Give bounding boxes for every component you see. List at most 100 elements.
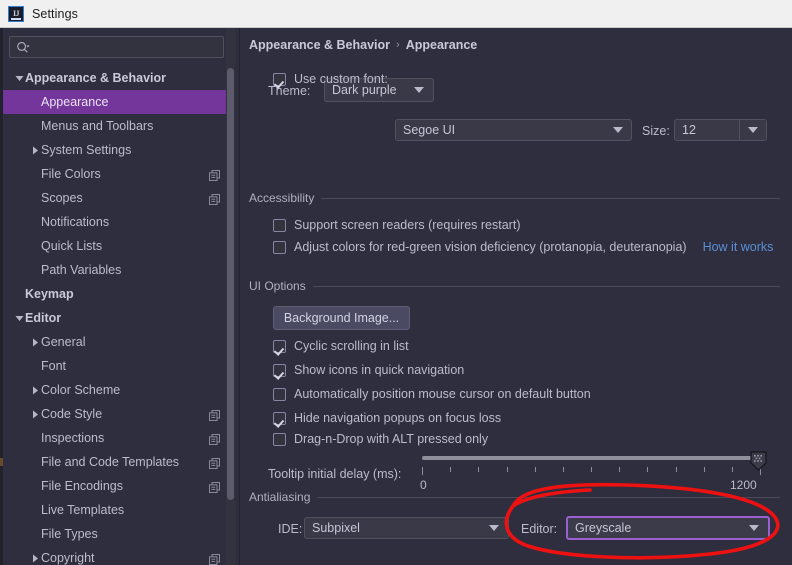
- show-icons-label: Show icons in quick navigation: [294, 363, 465, 377]
- cyclic-scrolling-label: Cyclic scrolling in list: [294, 339, 409, 353]
- sidebar-item-menus-and-toolbars[interactable]: Menus and Toolbars: [3, 114, 235, 138]
- chevron-down-icon[interactable]: [13, 306, 25, 330]
- accessibility-group-header: Accessibility: [249, 191, 780, 205]
- sidebar-item-keymap[interactable]: Keymap: [3, 282, 235, 306]
- sidebar-item-copyright[interactable]: Copyright: [3, 546, 235, 565]
- chevron-right-icon[interactable]: [29, 330, 41, 354]
- sidebar-item-label: Scopes: [41, 191, 83, 205]
- hide-nav-popups-checkbox[interactable]: [273, 411, 286, 425]
- adjust-colors-row[interactable]: Adjust colors for red-green vision defic…: [273, 240, 773, 254]
- copy-settings-icon[interactable]: [209, 480, 220, 493]
- sidebar-item-appearance-behavior[interactable]: Appearance & Behavior: [3, 66, 235, 90]
- chevron-right-icon[interactable]: [29, 546, 41, 565]
- support-screen-readers-checkbox[interactable]: [273, 218, 286, 232]
- sidebar-item-appearance[interactable]: Appearance: [3, 90, 235, 114]
- cyclic-scrolling-row[interactable]: Cyclic scrolling in list: [273, 339, 409, 353]
- sidebar-item-label: System Settings: [41, 143, 132, 157]
- settings-tree[interactable]: Appearance & Behavior Appearance Menus and…: [3, 66, 235, 565]
- sidebar-item-file-colors[interactable]: File Colors: [3, 162, 235, 186]
- ide-antialiasing-select[interactable]: Subpixel: [304, 517, 509, 539]
- sidebar-item-general[interactable]: General: [3, 330, 235, 354]
- sidebar-item-file-and-code-templates[interactable]: File and Code Templates: [3, 450, 235, 474]
- background-image-button[interactable]: Background Image...: [273, 306, 410, 330]
- chevron-down-icon[interactable]: [13, 66, 25, 90]
- sidebar-item-label: File Encodings: [41, 479, 123, 493]
- tooltip-delay-slider[interactable]: 0 1200: [420, 448, 767, 492]
- slider-tick: [675, 467, 677, 472]
- sidebar-item-label: Quick Lists: [41, 239, 103, 253]
- chevron-right-icon[interactable]: [29, 378, 41, 402]
- slider-tick: [731, 467, 733, 472]
- sidebar-item-label: General: [41, 335, 86, 349]
- font-size-spinner[interactable]: 12: [674, 119, 767, 141]
- sidebar-item-editor[interactable]: Editor: [3, 306, 235, 330]
- antialiasing-group-header: Antialiasing: [249, 490, 780, 504]
- breadcrumb: Appearance & Behavior › Appearance: [249, 38, 477, 52]
- sidebar-scrollbar-track[interactable]: [226, 28, 235, 565]
- copy-settings-icon[interactable]: [209, 168, 220, 181]
- slider-knob[interactable]: [750, 451, 767, 471]
- cyclic-scrolling-checkbox[interactable]: [273, 339, 286, 353]
- hide-nav-popups-row[interactable]: Hide navigation popups on focus loss: [273, 411, 501, 425]
- support-screen-readers-row[interactable]: Support screen readers (requires restart…: [273, 218, 520, 232]
- use-custom-font-checkbox[interactable]: [273, 72, 286, 86]
- sidebar-item-label: Menus and Toolbars: [41, 119, 154, 133]
- sidebar-item-live-templates[interactable]: Live Templates: [3, 498, 235, 522]
- tooltip-delay-label: Tooltip initial delay (ms):: [268, 467, 402, 481]
- divider: [317, 496, 780, 498]
- copy-settings-icon[interactable]: [209, 192, 220, 205]
- sidebar-item-scopes[interactable]: Scopes: [3, 186, 235, 210]
- use-custom-font-row[interactable]: Use custom font:: [273, 72, 388, 86]
- sidebar-item-label: Appearance: [41, 95, 109, 109]
- antialiasing-title: Antialiasing: [249, 490, 311, 504]
- slider-tick: [562, 467, 564, 472]
- drag-n-drop-alt-checkbox[interactable]: [273, 432, 286, 446]
- accessibility-title: Accessibility: [249, 191, 315, 205]
- auto-position-cursor-checkbox[interactable]: [273, 387, 286, 401]
- editor-antialiasing-value: Greyscale: [575, 521, 632, 535]
- sidebar-item-path-variables[interactable]: Path Variables: [3, 258, 235, 282]
- chevron-right-icon[interactable]: [29, 138, 41, 162]
- sidebar-item-label: Font: [41, 359, 67, 373]
- sidebar-search[interactable]: [9, 36, 224, 59]
- how-it-works-link[interactable]: How it works: [703, 240, 774, 254]
- sidebar-item-label: Live Templates: [41, 503, 125, 517]
- adjust-colors-checkbox[interactable]: [273, 240, 286, 254]
- sidebar-item-code-style[interactable]: Code Style: [3, 402, 235, 426]
- drag-n-drop-alt-row[interactable]: Drag-n-Drop with ALT pressed only: [273, 432, 488, 446]
- chevron-right-icon: ›: [396, 39, 400, 51]
- show-icons-checkbox[interactable]: [273, 363, 286, 377]
- chevron-right-icon[interactable]: [29, 402, 41, 426]
- sidebar-item-font[interactable]: Font: [3, 354, 235, 378]
- show-icons-row[interactable]: Show icons in quick navigation: [273, 363, 464, 377]
- sidebar-scrollbar-thumb[interactable]: [227, 68, 234, 500]
- slider-tick: [534, 467, 536, 472]
- slider-tick: [703, 467, 705, 472]
- sidebar-item-quick-lists[interactable]: Quick Lists: [3, 234, 235, 258]
- drag-n-drop-alt-label: Drag-n-Drop with ALT pressed only: [294, 432, 489, 446]
- editor-antialiasing-select[interactable]: Greyscale: [566, 516, 770, 540]
- sidebar-item-notifications[interactable]: Notifications: [3, 210, 235, 234]
- copy-settings-icon[interactable]: [209, 456, 220, 469]
- sidebar-item-file-encodings[interactable]: File Encodings: [3, 474, 235, 498]
- copy-settings-icon[interactable]: [209, 432, 220, 445]
- sidebar-item-label: Path Variables: [41, 263, 122, 277]
- auto-position-cursor-row[interactable]: Automatically position mouse cursor on d…: [273, 387, 591, 401]
- font-family-select[interactable]: Segoe UI: [395, 119, 632, 141]
- copy-settings-icon[interactable]: [209, 408, 220, 421]
- breadcrumb-parent[interactable]: Appearance & Behavior: [249, 38, 390, 52]
- sidebar-item-color-scheme[interactable]: Color Scheme: [3, 378, 235, 402]
- font-size-spinner-button[interactable]: [739, 120, 766, 140]
- sidebar-item-file-types[interactable]: File Types: [3, 522, 235, 546]
- slider-track[interactable]: [422, 456, 760, 460]
- search-input[interactable]: [34, 37, 219, 59]
- sidebar-item-inspections[interactable]: Inspections: [3, 426, 235, 450]
- sidebar-item-system-settings[interactable]: System Settings: [3, 138, 235, 162]
- divider: [312, 285, 780, 287]
- copy-settings-icon[interactable]: [209, 552, 220, 565]
